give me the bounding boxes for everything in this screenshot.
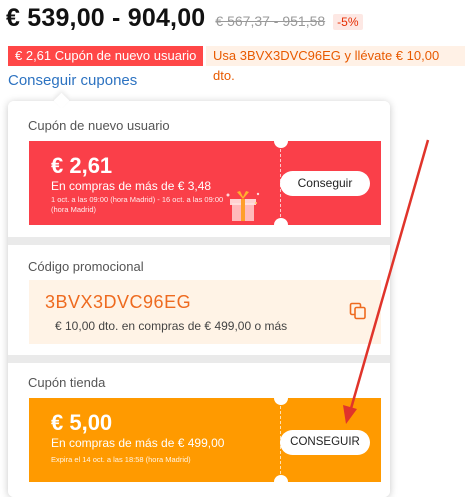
- get-store-coupon-button[interactable]: CONSEGUIR: [280, 430, 370, 455]
- ticket-notch: [274, 398, 288, 405]
- section-title-new-user: Cupón de nuevo usuario: [28, 118, 170, 133]
- coupon-condition: En compras de más de € 3,48: [51, 179, 212, 193]
- ticket-notch: [274, 218, 288, 225]
- coupons-popover: Cupón de nuevo usuario € 2,61 En compras…: [8, 101, 390, 497]
- new-user-coupon-ticket: € 2,61 En compras de más de € 3,48 1 oct…: [29, 141, 381, 225]
- price-row: € 539,00 - 904,00 € 567,37 - 951,58 -5%: [6, 4, 363, 33]
- store-coupon-section: Cupón tienda € 5,00 En compras de más de…: [8, 363, 390, 497]
- coupon-amount: € 5,00: [51, 410, 113, 435]
- price-range: € 539,00 - 904,00: [6, 4, 206, 32]
- new-user-coupon-section: Cupón de nuevo usuario € 2,61 En compras…: [8, 101, 390, 237]
- coupon-amount: € 2,61: [51, 153, 113, 178]
- section-title-store: Cupón tienda: [28, 375, 106, 390]
- store-coupon-ticket: € 5,00 En compras de más de € 499,00 Exp…: [29, 398, 381, 482]
- gift-icon: [226, 191, 260, 221]
- ticket-notch: [274, 475, 288, 482]
- coupon-condition: En compras de más de € 499,00: [51, 436, 225, 450]
- promo-code-section: Código promocional 3BVX3DVC96EG € 10,00 …: [8, 245, 390, 355]
- promo-code-description: € 10,00 dto. en compras de € 499,00 o má…: [55, 319, 288, 333]
- get-coupons-link[interactable]: Conseguir cupones: [8, 72, 137, 89]
- new-user-coupon-badge: € 2,61 Cupón de nuevo usuario: [8, 46, 204, 66]
- coupon-validity: Expira el 14 oct. a las 18:58 (hora Madr…: [51, 455, 191, 464]
- promo-code-box: 3BVX3DVC96EG € 10,00 dto. en compras de …: [29, 280, 381, 344]
- original-price: € 567,37 - 951,58: [215, 13, 326, 29]
- discount-badge: -5%: [333, 14, 363, 30]
- section-divider: [8, 355, 390, 363]
- section-title-promo-code: Código promocional: [28, 259, 144, 274]
- copy-icon[interactable]: [349, 302, 367, 320]
- coupon-validity: 1 oct. a las 09:00 (hora Madrid) - 16 oc…: [51, 195, 224, 214]
- section-divider: [8, 237, 390, 245]
- promo-code-value: 3BVX3DVC96EG: [45, 292, 192, 312]
- promo-code-badge: Usa 3BVX3DVC96EG y llévate € 10,00 dto.: [206, 46, 465, 83]
- ticket-notch: [274, 141, 288, 148]
- get-new-user-coupon-button[interactable]: Conseguir: [280, 171, 370, 196]
